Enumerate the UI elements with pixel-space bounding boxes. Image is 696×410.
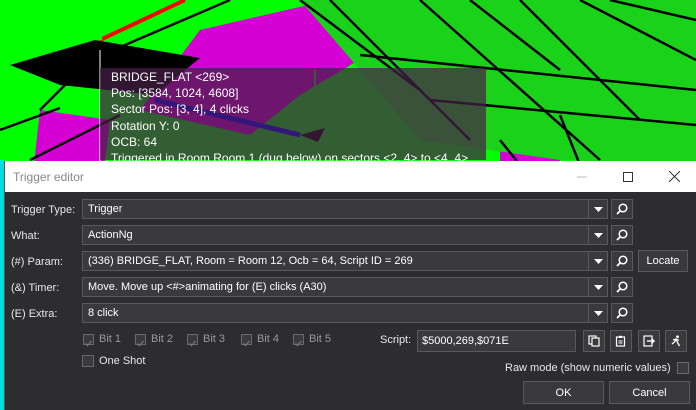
bit-3-checkbox[interactable] <box>187 334 198 347</box>
what-search-button[interactable] <box>611 225 633 245</box>
what-value: ActionNg <box>88 229 133 241</box>
bit-4-checkbox[interactable] <box>241 334 252 347</box>
chevron-down-icon[interactable] <box>588 278 607 296</box>
timer-label: (&) Timer: <box>11 282 60 294</box>
clipboard-icon <box>615 335 626 347</box>
bit-3-label: Bit 3 <box>203 333 226 345</box>
param-label: (#) Param: <box>11 256 63 268</box>
timer-search-button[interactable] <box>611 277 633 297</box>
trigger-editor-dialog: Trigger editor Trigger Type: Trigger Wha… <box>4 161 696 410</box>
trigger-type-select[interactable]: Trigger <box>82 199 608 219</box>
bit-1-label: Bit 1 <box>99 333 122 345</box>
close-button[interactable] <box>651 161 696 192</box>
extra-value: 8 click <box>88 307 119 319</box>
extra-select[interactable]: 8 click <box>82 303 608 323</box>
export-script-button[interactable] <box>638 330 660 352</box>
bit-5-checkbox[interactable] <box>293 334 304 347</box>
param-value: (336) BRIDGE_FLAT, Room = Room 12, Ocb =… <box>88 255 413 267</box>
title-bar[interactable]: Trigger editor <box>5 161 696 192</box>
param-search-button[interactable] <box>611 251 633 271</box>
locate-button[interactable]: Locate <box>638 250 688 272</box>
object-info-text: BRIDGE_FLAT <269> Pos: [3584, 1024, 4608… <box>111 69 468 166</box>
one-shot-label: One Shot <box>99 355 146 367</box>
bit-5-label: Bit 5 <box>309 333 332 345</box>
ok-button[interactable]: OK <box>523 381 604 404</box>
param-select[interactable]: (336) BRIDGE_FLAT, Room = Room 12, Ocb =… <box>82 251 608 271</box>
script-label: Script: <box>380 334 412 346</box>
extra-label: (E) Extra: <box>11 308 58 320</box>
copy-icon <box>588 335 600 347</box>
window-title: Trigger editor <box>13 170 84 184</box>
one-shot-checkbox[interactable] <box>82 355 94 367</box>
paste-script-button[interactable] <box>610 330 632 352</box>
bit-2-checkbox[interactable] <box>135 334 146 347</box>
object-rotation-line: Rotation Y: 0 <box>111 118 180 133</box>
what-label: What: <box>11 230 40 242</box>
what-select[interactable]: ActionNg <box>82 225 608 245</box>
bit-1-checkbox[interactable] <box>83 334 94 347</box>
search-icon <box>616 229 628 241</box>
script-value: $5000,269,$071E <box>422 335 509 347</box>
chevron-down-icon[interactable] <box>588 304 607 322</box>
chevron-down-icon[interactable] <box>588 252 607 270</box>
raw-mode-label: Raw mode (show numeric values) <box>505 362 671 374</box>
copy-script-button[interactable] <box>583 330 605 352</box>
search-icon <box>616 203 628 215</box>
raw-mode-checkbox[interactable] <box>677 362 689 374</box>
trigger-type-search-button[interactable] <box>611 199 633 219</box>
timer-select[interactable]: Move. Move up <#>animating for (E) click… <box>82 277 608 297</box>
running-man-icon <box>671 335 681 347</box>
chevron-down-icon[interactable] <box>588 200 607 218</box>
trigger-type-value: Trigger <box>88 203 123 215</box>
play-trigger-button[interactable] <box>665 330 687 352</box>
chevron-down-icon[interactable] <box>588 226 607 244</box>
object-pos-line: Pos: [3584, 1024, 4608] <box>111 86 239 101</box>
timer-value: Move. Move up <#>animating for (E) click… <box>88 281 327 293</box>
minimize-icon <box>577 176 587 177</box>
cancel-button[interactable]: Cancel <box>609 381 690 404</box>
bit-4-label: Bit 4 <box>257 333 280 345</box>
extra-search-button[interactable] <box>611 303 633 323</box>
minimize-button[interactable] <box>559 161 605 192</box>
object-ocb-line: OCB: 64 <box>111 134 158 149</box>
object-sector-line: Sector Pos: [3, 4], 4 clicks <box>111 102 250 117</box>
maximize-icon <box>623 171 633 182</box>
bit-2-label: Bit 2 <box>151 333 174 345</box>
object-name-line: BRIDGE_FLAT <269> <box>111 70 230 84</box>
export-icon <box>643 335 655 347</box>
maximize-button[interactable] <box>605 161 651 192</box>
trigger-type-label: Trigger Type: <box>11 204 76 216</box>
search-icon <box>616 307 628 319</box>
search-icon <box>616 255 628 267</box>
search-icon <box>616 281 628 293</box>
close-icon <box>668 171 680 182</box>
script-field[interactable]: $5000,269,$071E <box>417 330 576 352</box>
